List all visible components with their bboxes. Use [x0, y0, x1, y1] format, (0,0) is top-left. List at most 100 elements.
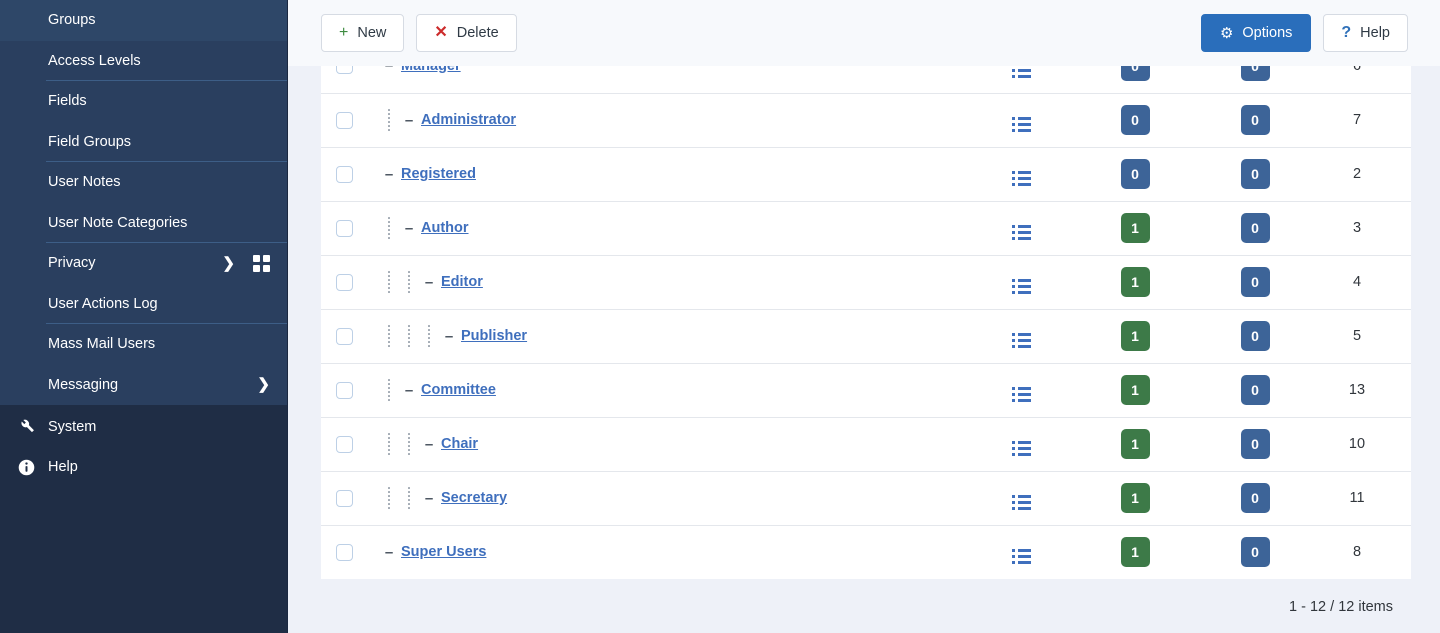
group-name-cell: – Chair: [367, 416, 961, 471]
sidebar-item-field-groups[interactable]: Field Groups: [0, 122, 288, 163]
options-button-label: Options: [1242, 25, 1293, 41]
group-name-link[interactable]: Super Users: [401, 544, 486, 560]
sidebar-item-groups[interactable]: Groups: [0, 0, 288, 41]
group-name-link[interactable]: Author: [421, 220, 469, 236]
action-toolbar: + New ✕ Delete ⚙ Options ? Help: [288, 0, 1440, 66]
indent-dots-icon: [379, 270, 399, 294]
row-select-cell: [321, 254, 367, 309]
group-name-cell: – Editor: [367, 254, 961, 309]
row-checkbox[interactable]: [336, 165, 353, 183]
row-checkbox[interactable]: [336, 381, 353, 399]
tree-dash-icon: –: [404, 381, 414, 399]
debug-permissions-cell: [961, 308, 1081, 363]
group-name-cell: – Super Users: [367, 524, 961, 579]
users-enabled-badge[interactable]: 1: [1120, 483, 1150, 513]
indent-dots-icon: [379, 324, 399, 348]
options-button[interactable]: ⚙ Options: [1200, 14, 1312, 52]
sidebar-item-user-note-categories[interactable]: User Note Categories: [0, 203, 288, 244]
sidebar-item-user-notes[interactable]: User Notes: [0, 162, 288, 203]
list-bullets-icon[interactable]: [1011, 225, 1031, 240]
users-enabled-badge[interactable]: 0: [1120, 159, 1150, 189]
group-name-link[interactable]: Publisher: [461, 328, 527, 344]
debug-permissions-cell: [961, 254, 1081, 309]
sidebar-item-label: System: [48, 419, 97, 435]
sidebar-item-user-actions-log[interactable]: User Actions Log: [0, 284, 288, 325]
row-checkbox[interactable]: [336, 327, 353, 345]
group-id-cell: 10: [1321, 416, 1411, 471]
row-checkbox[interactable]: [336, 219, 353, 237]
row-select-cell: [321, 92, 367, 147]
users-disabled-badge[interactable]: 0: [1240, 321, 1270, 351]
group-name-link[interactable]: Chair: [441, 436, 478, 452]
group-name-link[interactable]: Registered: [401, 166, 476, 182]
group-name-link[interactable]: Committee: [421, 382, 496, 398]
group-id-cell: 5: [1321, 308, 1411, 363]
sidebar-item-messaging[interactable]: Messaging ❯: [0, 365, 288, 406]
users-disabled-badge[interactable]: 0: [1240, 483, 1270, 513]
list-bullets-icon[interactable]: [1011, 117, 1031, 132]
users-enabled-badge[interactable]: 1: [1120, 321, 1150, 351]
sidebar-item-privacy[interactable]: Privacy ❯: [0, 243, 288, 284]
tree-dash-icon: –: [404, 219, 414, 237]
grid-squares-icon[interactable]: [253, 254, 270, 272]
tree-dash-icon: –: [424, 435, 434, 453]
users-disabled-badge[interactable]: 0: [1240, 105, 1270, 135]
users-enabled-badge[interactable]: 0: [1120, 105, 1150, 135]
users-enabled-badge[interactable]: 1: [1120, 375, 1150, 405]
users-disabled-badge[interactable]: 0: [1240, 537, 1270, 568]
row-select-cell: [321, 146, 367, 201]
group-name-link[interactable]: Editor: [441, 274, 483, 290]
row-checkbox[interactable]: [336, 273, 353, 291]
delete-button-label: Delete: [456, 25, 499, 41]
tree-dash-icon: –: [384, 165, 394, 183]
indent-dots-icon: [399, 270, 419, 294]
group-name-cell: – Administrator: [367, 92, 961, 147]
list-bullets-icon[interactable]: [1011, 387, 1031, 402]
sidebar-item-access-levels[interactable]: Access Levels: [0, 41, 288, 82]
delete-button[interactable]: ✕ Delete: [416, 14, 517, 52]
users-enabled-badge[interactable]: 1: [1120, 213, 1150, 243]
sidebar-submenu: Groups Access Levels Fields Field Groups Use…: [0, 0, 288, 405]
list-bullets-icon[interactable]: [1011, 171, 1031, 186]
users-disabled-cell: 0: [1189, 200, 1321, 255]
users-disabled-badge[interactable]: 0: [1240, 267, 1270, 297]
sidebar-item-label: User Actions Log: [48, 295, 158, 312]
users-disabled-badge[interactable]: 0: [1240, 375, 1270, 405]
users-enabled-cell: 1: [1081, 416, 1189, 471]
table-row: – Chair 1 0 10: [321, 416, 1411, 471]
row-checkbox[interactable]: [336, 543, 353, 561]
users-disabled-cell: 0: [1189, 524, 1321, 579]
list-bullets-icon[interactable]: [1011, 279, 1031, 294]
sidebar-item-system[interactable]: System: [0, 407, 288, 447]
help-button-label: Help: [1360, 25, 1390, 41]
users-disabled-badge[interactable]: 0: [1240, 429, 1270, 459]
row-select-cell: [321, 200, 367, 255]
group-name-link[interactable]: Administrator: [421, 112, 516, 128]
group-name-link[interactable]: Secretary: [441, 490, 507, 506]
row-checkbox[interactable]: [336, 489, 353, 507]
users-enabled-badge[interactable]: 1: [1120, 429, 1150, 459]
group-id-cell: 11: [1321, 470, 1411, 525]
help-button[interactable]: ? Help: [1323, 14, 1408, 52]
sidebar-item-help[interactable]: Help: [0, 447, 288, 487]
sidebar-item-mass-mail-users[interactable]: Mass Mail Users: [0, 324, 288, 365]
table-row: – Committee 1 0 13: [321, 362, 1411, 417]
new-button[interactable]: + New: [321, 14, 405, 52]
row-checkbox[interactable]: [336, 435, 353, 453]
sidebar-item-label: User Note Categories: [48, 214, 188, 231]
row-select-cell: [321, 416, 367, 471]
users-enabled-badge[interactable]: 1: [1120, 267, 1150, 297]
users-enabled-badge[interactable]: 1: [1120, 537, 1150, 568]
users-disabled-badge[interactable]: 0: [1240, 159, 1270, 189]
indent-dots-icon: [399, 432, 419, 456]
row-checkbox[interactable]: [336, 111, 353, 129]
users-disabled-badge[interactable]: 0: [1240, 213, 1270, 243]
group-id-cell: 4: [1321, 254, 1411, 309]
list-bullets-icon[interactable]: [1011, 441, 1031, 456]
list-bullets-icon[interactable]: [1011, 549, 1031, 565]
list-bullets-icon[interactable]: [1011, 333, 1031, 348]
sidebar-item-fields[interactable]: Fields: [0, 81, 288, 122]
row-select-cell: [321, 524, 367, 579]
list-bullets-icon[interactable]: [1011, 495, 1031, 510]
tree-dash-icon: –: [384, 543, 394, 561]
